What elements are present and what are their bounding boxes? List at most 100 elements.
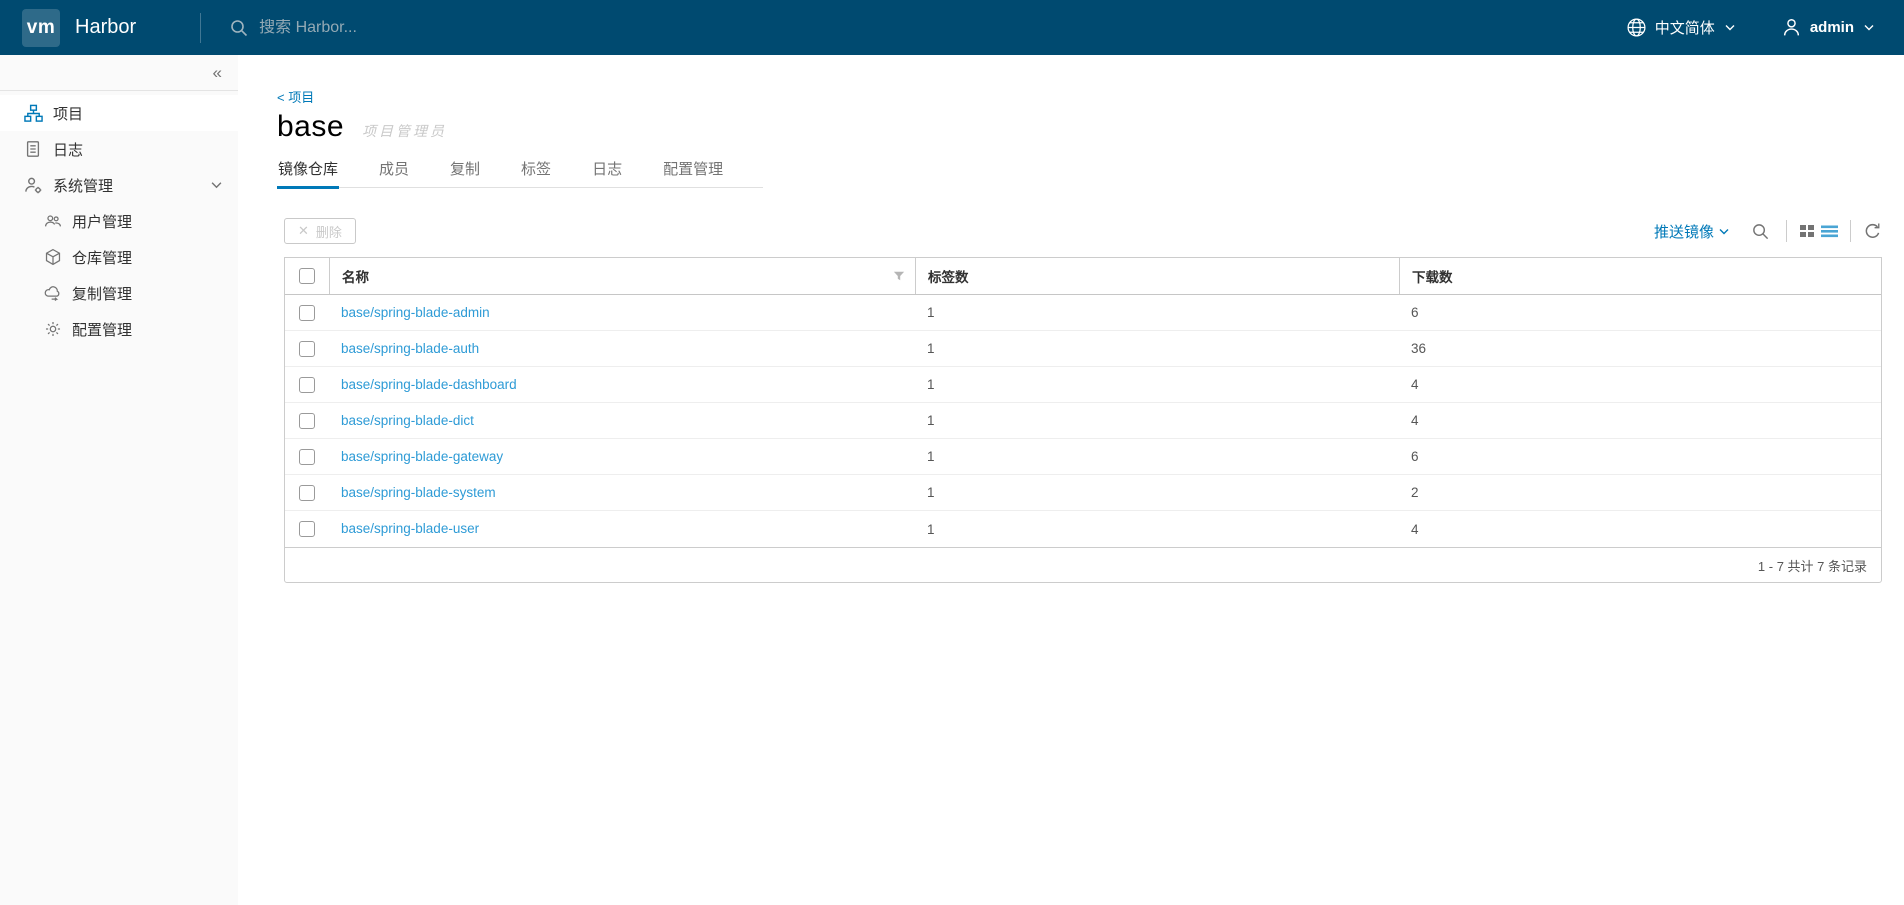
repository-link[interactable]: base/spring-blade-admin [329, 305, 490, 320]
row-checkbox[interactable] [299, 484, 315, 501]
language-label: 中文简体 [1654, 20, 1715, 37]
project-tabs: 镜像仓库 成员 复制 标签 日志 配置管理 [277, 158, 764, 189]
sidebar: « 项目 日志 系统管理 用户管理 仓库管理 复制管理 配置管理 [0, 55, 238, 905]
tag-count: 1 [927, 521, 935, 537]
search-icon [229, 18, 249, 38]
table-row: base/spring-blade-auth 1 36 [285, 331, 1881, 367]
sidebar-item-label: 用户管理 [72, 213, 133, 231]
row-checkbox[interactable] [299, 412, 315, 429]
sidebar-item-replication-management[interactable]: 复制管理 [0, 275, 238, 311]
sidebar-item-configuration[interactable]: 配置管理 [0, 311, 238, 347]
row-checkbox[interactable] [299, 521, 315, 537]
logo-text: vm [26, 16, 56, 38]
chevron-down-icon [1719, 228, 1729, 234]
sidebar-item-label: 系统管理 [53, 177, 114, 195]
pull-count: 4 [1411, 521, 1419, 537]
table-body: base/spring-blade-admin 1 6 base/spring-… [285, 295, 1881, 547]
column-header-pulls: 下载数 [1399, 258, 1881, 294]
sidebar-item-logs[interactable]: 日志 [0, 131, 238, 167]
close-icon: ✕ [298, 223, 309, 238]
pull-count: 36 [1411, 341, 1427, 356]
repository-link[interactable]: base/spring-blade-dashboard [329, 377, 517, 392]
globe-icon [1626, 17, 1647, 38]
table-footer: 1 - 7 共计 7 条记录 [285, 547, 1881, 582]
pull-count: 4 [1411, 377, 1419, 392]
search-input[interactable] [259, 18, 680, 37]
column-header-name: 名称 [329, 258, 915, 294]
pull-count: 4 [1411, 413, 1419, 428]
records-count: 1 - 7 共计 7 条记录 [1757, 558, 1867, 574]
user-menu[interactable]: admin [1781, 17, 1874, 38]
sidebar-item-administration[interactable]: 系统管理 [0, 167, 238, 203]
pull-count: 6 [1411, 305, 1419, 320]
replication-icon [44, 284, 62, 302]
tag-count: 1 [927, 449, 935, 464]
tab-labels[interactable]: 标签 [520, 158, 552, 187]
column-header-tags: 标签数 [915, 258, 1399, 294]
page-title: base [277, 110, 345, 143]
row-checkbox[interactable] [299, 304, 315, 321]
tag-count: 1 [927, 377, 935, 392]
table-row: base/spring-blade-system 1 2 [285, 475, 1881, 511]
breadcrumb-projects-link[interactable]: < 项目 [277, 87, 314, 106]
sidebar-item-user-management[interactable]: 用户管理 [0, 203, 238, 239]
registry-icon [44, 248, 62, 266]
toolbar-divider [1786, 220, 1787, 242]
row-checkbox[interactable] [299, 340, 315, 357]
row-checkbox[interactable] [299, 448, 315, 465]
repository-link[interactable]: base/spring-blade-dict [329, 413, 474, 428]
sidebar-collapse-button[interactable]: « [0, 55, 238, 91]
gear-icon [44, 320, 62, 338]
tab-replication[interactable]: 复制 [449, 158, 481, 187]
tab-members[interactable]: 成员 [378, 158, 410, 187]
sidebar-item-label: 复制管理 [72, 285, 133, 303]
tag-count: 1 [927, 485, 935, 500]
delete-button-label: 删除 [315, 224, 342, 240]
vmware-logo[interactable]: vm [22, 8, 60, 47]
tag-count: 1 [927, 413, 935, 428]
sidebar-item-label: 仓库管理 [72, 249, 133, 267]
repositories-toolbar: ✕ 删除 推送镜像 [277, 218, 1882, 244]
push-image-button[interactable]: 推送镜像 [1654, 221, 1729, 242]
delete-button[interactable]: ✕ 删除 [284, 218, 356, 244]
chevron-down-icon [211, 181, 222, 189]
main-content: < 项目 base 项目管理员 镜像仓库 成员 复制 标签 日志 配置管理 ✕ … [238, 55, 1904, 905]
tab-repositories[interactable]: 镜像仓库 [277, 158, 340, 189]
filter-search-button[interactable] [1751, 222, 1770, 241]
sidebar-item-label: 日志 [53, 141, 84, 159]
sidebar-item-label: 配置管理 [72, 321, 133, 339]
repository-link[interactable]: base/spring-blade-gateway [329, 449, 503, 464]
row-checkbox[interactable] [299, 376, 315, 393]
sidebar-item-registry-management[interactable]: 仓库管理 [0, 239, 238, 275]
card-view-button[interactable] [1799, 223, 1815, 239]
tab-logs[interactable]: 日志 [591, 158, 623, 187]
repositories-table: 名称 标签数 下载数 base/spring-blade-admin 1 6 b… [284, 257, 1882, 583]
repository-link[interactable]: base/spring-blade-auth [329, 341, 479, 356]
chevron-down-icon [1725, 24, 1735, 31]
push-image-label: 推送镜像 [1653, 223, 1714, 241]
sidebar-item-projects[interactable]: 项目 [0, 95, 238, 131]
repository-link[interactable]: base/spring-blade-user [329, 521, 479, 536]
sidebar-item-label: 项目 [53, 105, 84, 123]
administration-icon [23, 175, 43, 195]
language-selector[interactable]: 中文简体 [1626, 17, 1735, 38]
select-all-checkbox[interactable] [299, 268, 315, 284]
repository-link[interactable]: base/spring-blade-system [329, 485, 496, 500]
global-search[interactable] [229, 18, 680, 38]
username-label: admin [1809, 19, 1854, 36]
header-divider [200, 12, 202, 43]
refresh-icon[interactable] [1863, 222, 1882, 241]
pull-count: 2 [1411, 485, 1419, 500]
table-header-row: 名称 标签数 下载数 [285, 258, 1881, 295]
logs-icon [23, 139, 43, 159]
tag-count: 1 [927, 341, 935, 356]
role-badge: 项目管理员 [362, 123, 448, 139]
chevron-down-icon [1864, 24, 1874, 31]
table-row: base/spring-blade-user 1 4 [285, 511, 1881, 547]
brand-title[interactable]: Harbor [75, 16, 136, 39]
toolbar-divider [1850, 220, 1851, 242]
filter-icon[interactable] [893, 270, 905, 282]
pull-count: 6 [1411, 449, 1419, 464]
list-view-button[interactable] [1821, 223, 1838, 239]
tab-configuration[interactable]: 配置管理 [662, 158, 724, 187]
